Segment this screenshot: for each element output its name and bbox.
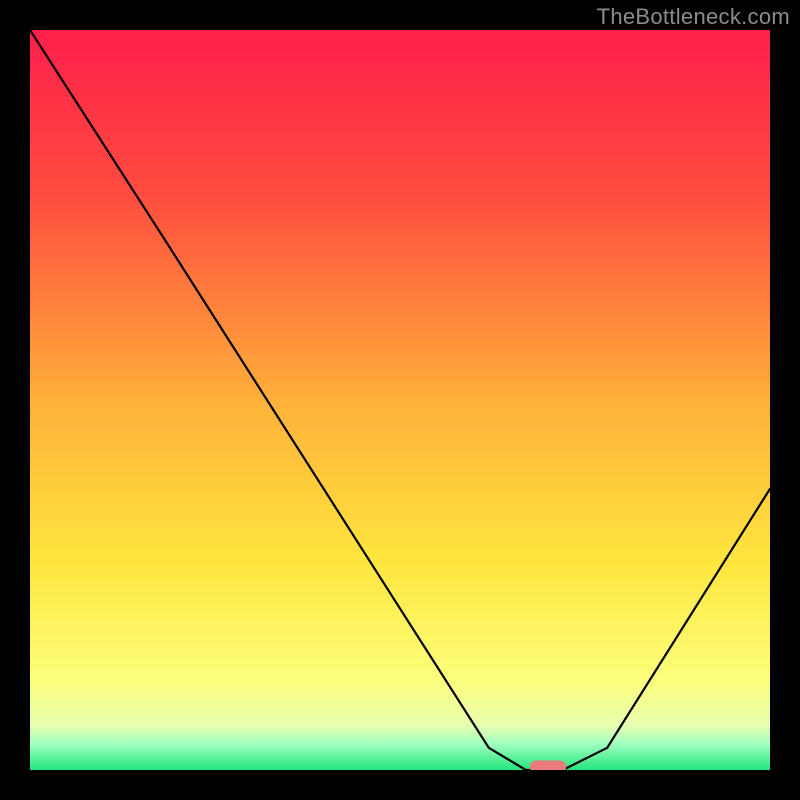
watermark-text: TheBottleneck.com bbox=[597, 4, 790, 30]
chart-frame: TheBottleneck.com bbox=[0, 0, 800, 800]
bottleneck-plot bbox=[30, 30, 770, 770]
optimal-marker bbox=[530, 761, 566, 771]
plot-background bbox=[30, 30, 770, 770]
